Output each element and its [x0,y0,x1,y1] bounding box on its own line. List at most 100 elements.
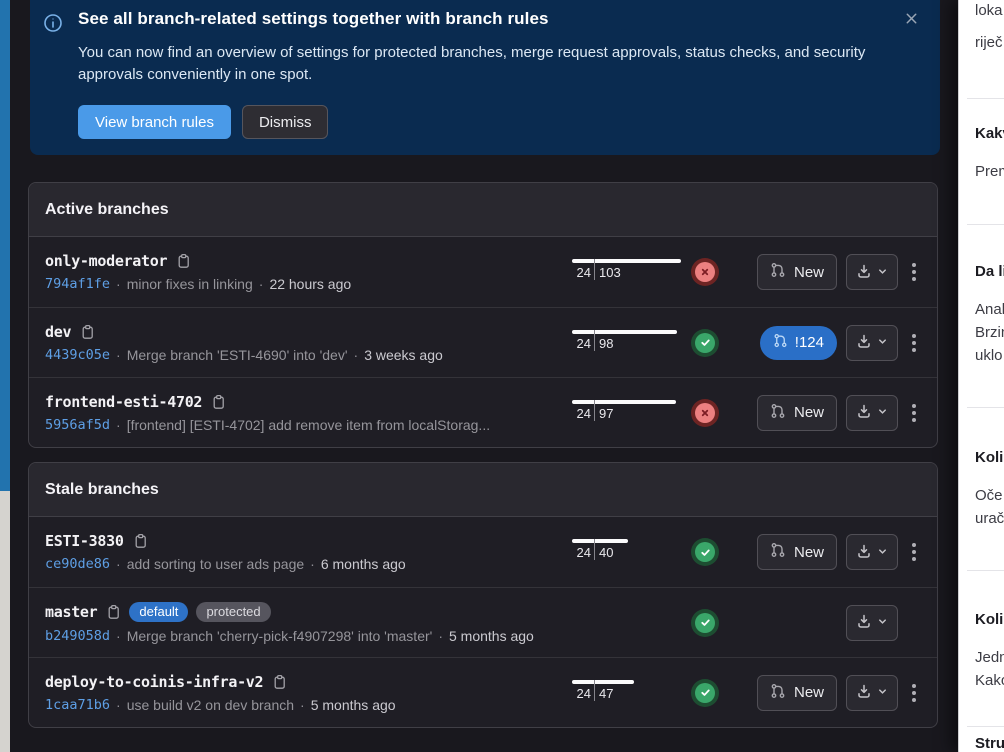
dismiss-button[interactable]: Dismiss [242,105,329,139]
background-text-fragment: riječ [975,34,1003,51]
copy-branch-name-icon[interactable] [271,674,287,690]
commit-date: 22 hours ago [269,276,351,292]
new-merge-request-button[interactable]: New [757,254,837,290]
commit-message-link[interactable]: minor fixes in linking [127,276,253,292]
commit-date: 3 weeks ago [364,347,443,363]
branch-badges: default protected [129,602,270,622]
view-branch-rules-button[interactable]: View branch rules [78,105,231,139]
background-text-fragment: Da li [975,263,1004,280]
commits-ahead-count: 103 [594,265,621,280]
commit-sha-link[interactable]: b249058d [45,628,110,644]
background-divider [967,407,1004,408]
branch-name-link[interactable]: only-moderator [45,252,167,270]
chevron-down-icon [877,685,888,700]
divergence-graph: 24 40 [572,539,682,565]
close-icon[interactable] [900,7,922,29]
download-icon [856,333,872,352]
download-button[interactable] [846,254,898,290]
download-button[interactable] [846,534,898,570]
more-actions-menu[interactable] [907,684,921,702]
information-icon [43,13,63,33]
divergence-graph: 24 47 [572,680,682,706]
branch-info: deploy-to-coinis-infra-v2 1caa71b6 · use… [45,673,572,713]
background-text-fragment: Kolik [975,449,1004,466]
merge-request-icon [770,403,786,423]
pipeline-status-icon[interactable] [691,609,719,637]
new-merge-request-button[interactable]: New [757,534,837,570]
branch-info: master defaultprotected b249058d · Merge… [45,602,572,644]
download-button[interactable] [846,605,898,641]
more-actions-menu[interactable] [907,543,921,561]
copy-branch-name-icon[interactable] [79,324,95,340]
download-button[interactable] [846,395,898,431]
commit-line: 4439c05e · Merge branch 'ESTI-4690' into… [45,347,572,363]
download-button[interactable] [846,325,898,361]
chevron-down-icon [877,405,888,420]
copy-branch-name-icon[interactable] [175,253,191,269]
commit-line: ce90de86 · add sorting to user ads page … [45,556,572,572]
copy-branch-name-icon[interactable] [132,533,148,549]
background-text-fragment: Kolik [975,611,1004,628]
download-button[interactable] [846,675,898,711]
merge-request-icon [770,262,786,282]
more-actions-menu[interactable] [907,404,921,422]
background-text-fragment: Brzin [975,324,1004,341]
new-merge-request-button[interactable]: New [757,395,837,431]
branch-name-link[interactable]: frontend-esti-4702 [45,393,202,411]
background-text-fragment: Jedn [975,649,1004,666]
commit-sha-link[interactable]: 5956af5d [45,417,110,433]
banner-title: See all branch-related settings together… [78,9,549,29]
commit-sha-link[interactable]: 4439c05e [45,347,110,363]
section-title-active: Active branches [29,183,937,237]
branch-row: frontend-esti-4702 5956af5d · [frontend]… [29,377,937,447]
pipeline-status-icon[interactable] [691,258,719,286]
commit-message-link[interactable]: use build v2 on dev branch [127,697,294,713]
copy-branch-name-icon[interactable] [105,604,121,620]
background-divider [967,570,1004,571]
background-text-fragment: Prem [975,163,1004,180]
pipeline-status-icon[interactable] [691,329,719,357]
commit-sha-link[interactable]: 794af1fe [45,276,110,292]
branch-name-link[interactable]: deploy-to-coinis-infra-v2 [45,673,263,691]
pipeline-status-icon[interactable] [691,399,719,427]
background-divider [967,224,1004,225]
background-text-fragment: Kako [975,672,1004,689]
chevron-down-icon [877,615,888,630]
background-text-fragment: Strukt [975,735,1004,752]
more-actions-menu[interactable] [907,263,921,281]
commit-message-link[interactable]: add sorting to user ads page [127,556,304,572]
commit-message-link[interactable]: [frontend] [ESTI-4702] add remove item f… [127,417,490,433]
commit-date: 6 months ago [321,556,406,572]
pipeline-status-icon[interactable] [691,538,719,566]
background-text-fragment: Anal [975,301,1004,318]
commit-message-link[interactable]: Merge branch 'cherry-pick-f4907298' into… [127,628,433,644]
background-text-fragment: Kakv [975,125,1004,142]
protected-badge: protected [196,602,270,622]
merge-request-icon [770,542,786,562]
more-actions-menu[interactable] [907,334,921,352]
branch-name-link[interactable]: master [45,603,97,621]
branch-info: ESTI-3830 ce90de86 · add sorting to user… [45,532,572,572]
merge-request-link[interactable]: !124 [760,326,837,360]
pipeline-status-icon[interactable] [691,679,719,707]
commit-sha-link[interactable]: 1caa71b6 [45,697,110,713]
merge-request-icon [770,683,786,703]
default-badge: default [129,602,188,622]
merge-request-icon [773,333,788,352]
banner-body: You can now find an overview of settings… [78,42,878,86]
divergence-graph: 24 98 [572,330,682,356]
branch-name-link[interactable]: dev [45,323,71,341]
commit-sha-link[interactable]: ce90de86 [45,556,110,572]
branch-row: master defaultprotected b249058d · Merge… [29,587,937,657]
active-branches-card: Active branches only-moderator 794af1fe … [28,182,938,448]
adjacent-window-edge-gray [0,491,10,752]
background-divider [967,726,1004,727]
background-text-fragment: urač [975,510,1004,527]
new-merge-request-button[interactable]: New [757,675,837,711]
chevron-down-icon [877,335,888,350]
branch-name-link[interactable]: ESTI-3830 [45,532,124,550]
commit-message-link[interactable]: Merge branch 'ESTI-4690' into 'dev' [127,347,348,363]
download-icon [856,613,872,632]
branch-row: only-moderator 794af1fe · minor fixes in… [29,237,937,307]
copy-branch-name-icon[interactable] [210,394,226,410]
